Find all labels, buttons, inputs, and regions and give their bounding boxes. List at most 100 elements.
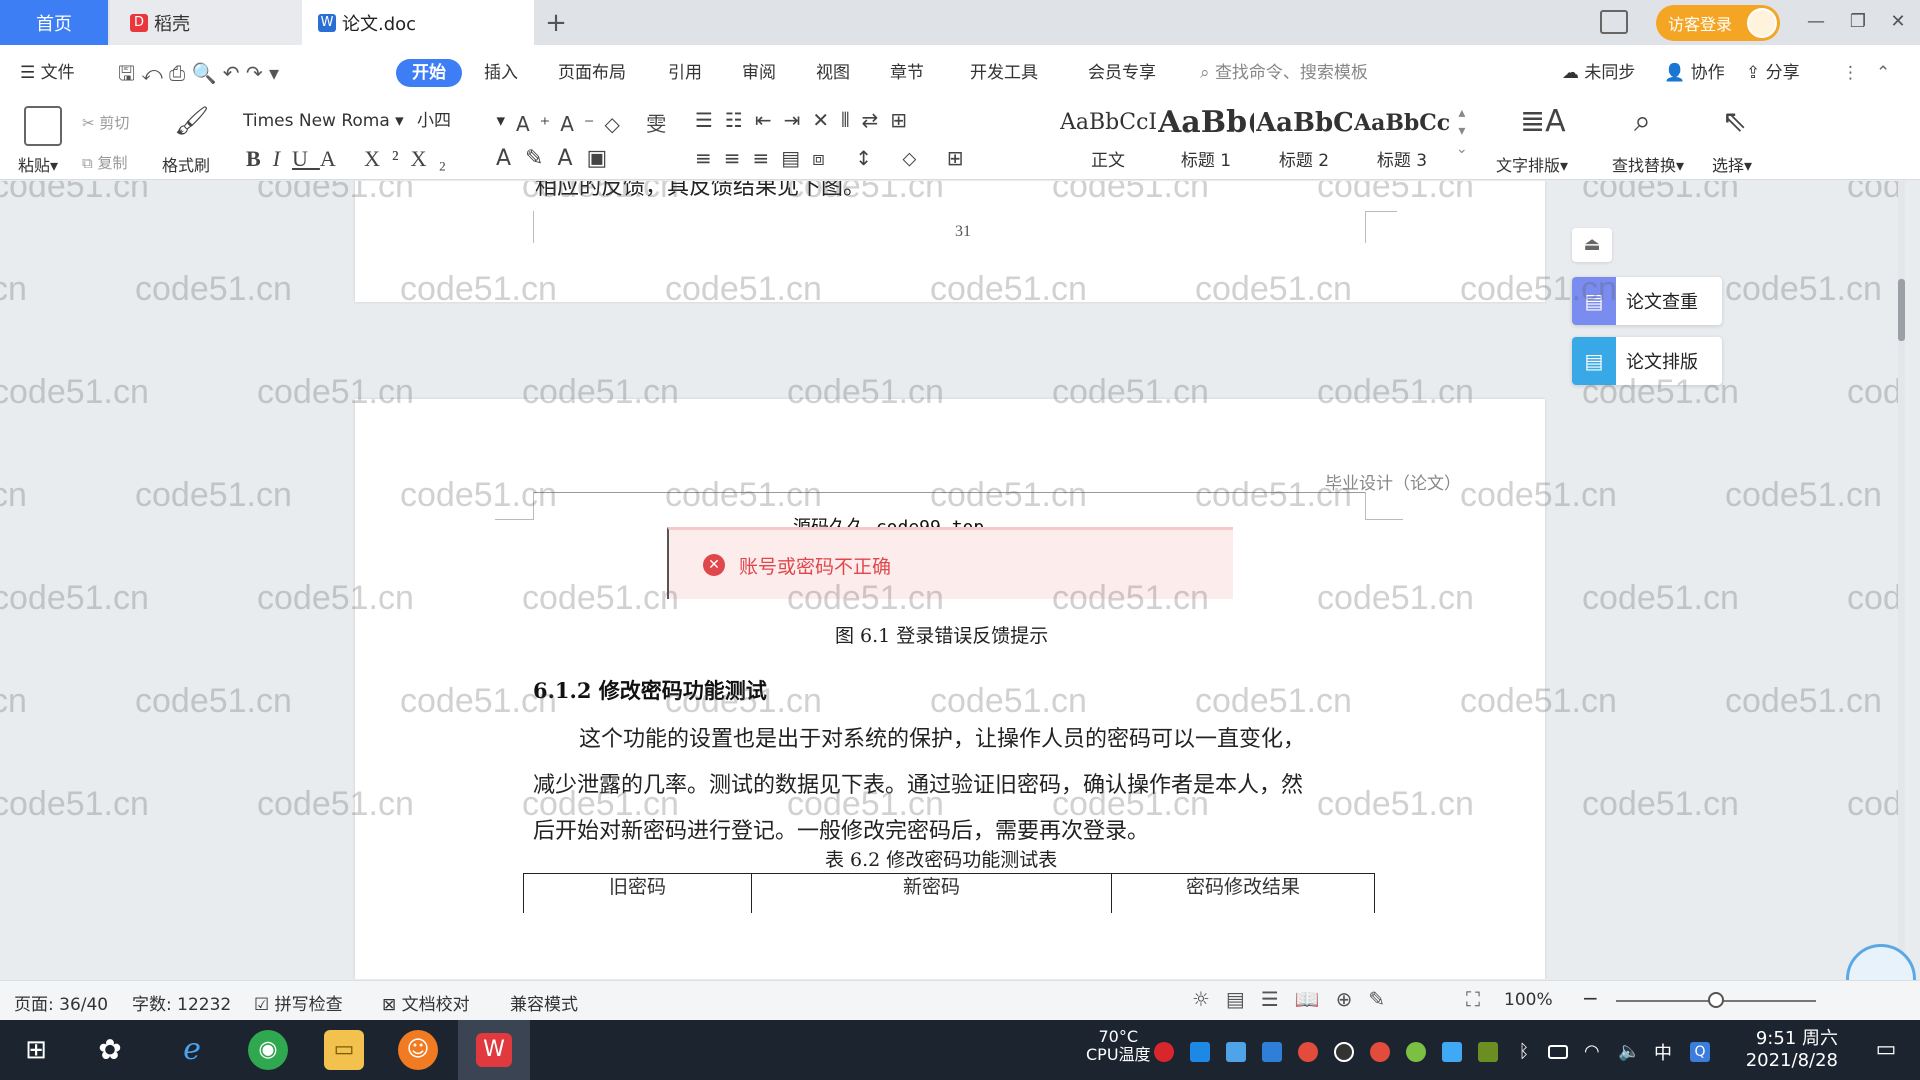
style-heading-3-name: 标题 3 — [1376, 151, 1428, 171]
app-pinwheel-icon[interactable]: ✿ — [90, 1030, 130, 1070]
bluetooth-icon[interactable]: ᛒ — [1514, 1042, 1534, 1062]
style-heading-1[interactable]: AaBb( 标题 1 — [1158, 104, 1254, 176]
paper-format-label: 论文排版 — [1626, 352, 1698, 373]
menu-references[interactable]: 引用 — [668, 59, 702, 87]
menu-member[interactable]: 会员专享 — [1088, 59, 1156, 87]
page-indicator[interactable]: 页面: 36/40 — [14, 990, 108, 1015]
collapse-ribbon-icon[interactable]: ⌃ — [1876, 59, 1890, 87]
color-icons[interactable]: A✎A▣ — [496, 146, 621, 171]
tray-app-icon[interactable] — [1442, 1042, 1462, 1062]
menu-chapter[interactable]: 章节 — [890, 59, 924, 87]
copy-button[interactable]: ⧉ 复制 — [82, 152, 128, 173]
ie-browser-icon[interactable]: ℯ — [172, 1030, 212, 1070]
minimize-button[interactable]: — — [1796, 6, 1836, 38]
search-q-icon[interactable]: Q — [1690, 1042, 1710, 1062]
tray-app-icon[interactable] — [1406, 1042, 1426, 1062]
brush-icon[interactable]: 🖌 — [174, 104, 210, 137]
paste-icon[interactable] — [24, 106, 62, 146]
document-workspace[interactable]: 相应的反馈，具反馈结果见下图。 31 毕业设计（论文） 源码久久-code99.… — [0, 181, 1905, 979]
tab-home[interactable]: 首页 — [0, 0, 108, 45]
zoom-level[interactable]: 100% — [1504, 990, 1553, 1010]
cpu-temp-widget[interactable]: 70°C CPU温度 — [1086, 1028, 1151, 1064]
spell-check-button[interactable]: ☑ 拼写检查 — [254, 990, 343, 1015]
tab-document[interactable]: W 论文.doc — [302, 0, 534, 45]
file-menu[interactable]: ☰ 文件 — [20, 59, 75, 87]
tray-app-icon[interactable] — [1370, 1042, 1390, 1062]
cpu-temp-value: 70°C — [1098, 1027, 1139, 1046]
windows-taskbar: ⊞ ✿ ℯ ◉ ▭ ☺ W 70°C CPU温度 ᛒ ◠ 🔈 中 Q 9:51 … — [0, 1020, 1920, 1080]
close-button[interactable]: ✕ — [1878, 6, 1918, 38]
shield-icon[interactable] — [1262, 1042, 1282, 1062]
cut-label: 剪切 — [99, 114, 130, 132]
quick-access-icons[interactable]: 🖫 ⤺ ⎙ 🔍 ↶ ↷ ▾ — [118, 59, 279, 87]
menu-start[interactable]: 开始 — [396, 59, 462, 87]
style-heading-3[interactable]: AaBbCcl 标题 3 — [1354, 104, 1450, 176]
notification-icon[interactable]: ▭ — [1866, 1030, 1906, 1070]
paper-check-button[interactable]: ▤ 论文查重 — [1572, 277, 1722, 325]
more-icon[interactable]: ⋮ — [1842, 59, 1859, 87]
guest-login-button[interactable]: 访客登录 — [1656, 5, 1780, 41]
qq-icon[interactable] — [1334, 1042, 1354, 1062]
text-format-icons[interactable]: BIUA X²X₂ — [246, 146, 458, 172]
zoom-out-icon[interactable]: − — [1582, 986, 1599, 1010]
menu-developer[interactable]: 开发工具 — [970, 59, 1038, 87]
wps-taskbar-button[interactable]: W — [458, 1020, 530, 1080]
command-search[interactable]: ⌕ 查找命令、搜索模板 — [1200, 59, 1368, 87]
fit-page-icon[interactable]: ⛶ — [1466, 987, 1480, 1011]
figure-caption: 图 6.1 登录错误反馈提示 — [835, 625, 1049, 647]
wifi-icon[interactable]: ◠ — [1584, 1042, 1604, 1062]
menu-review[interactable]: 审阅 — [742, 59, 776, 87]
paragraph-list-icons[interactable]: ☰☷⇤⇥✕⫴⇄⊞ — [695, 108, 919, 132]
tray-app-icon[interactable] — [1226, 1042, 1246, 1062]
find-replace-icon[interactable]: ⌕ — [1634, 104, 1651, 139]
text-layout-button[interactable]: 文字排版▾ — [1496, 152, 1568, 176]
app-mascot-icon[interactable]: ☺ — [398, 1030, 438, 1070]
clock[interactable]: 9:51 周六 2021/8/28 — [1738, 1028, 1838, 1072]
browser-360-icon[interactable]: ◉ — [248, 1030, 288, 1070]
menu-page-layout[interactable]: 页面布局 — [558, 59, 626, 87]
layout-icon[interactable] — [1600, 10, 1628, 34]
watermark-text: code51.cn — [135, 270, 292, 308]
style-gallery-scroll[interactable]: ▴ ▾ ⌄ — [1456, 104, 1468, 158]
cut-button[interactable]: ✂ 剪切 — [82, 112, 129, 133]
restore-button[interactable]: ❐ — [1838, 6, 1878, 38]
menu-view-label: 视图 — [816, 63, 850, 83]
nvidia-icon[interactable] — [1478, 1042, 1498, 1062]
tab-daoke[interactable]: D 稻壳 — [110, 0, 302, 45]
alignment-icons[interactable]: ≡≡≡▤⧈ ↕ ⬦ ⊞ — [695, 146, 975, 170]
volume-icon[interactable]: 🔈 — [1618, 1042, 1640, 1062]
windows-start-icon[interactable]: ⊞ — [16, 1030, 56, 1070]
paste-button[interactable]: 粘贴▾ — [18, 152, 58, 176]
select-button[interactable]: 选择▾ — [1712, 152, 1752, 176]
find-replace-button[interactable]: 查找替换▾ — [1612, 152, 1684, 176]
paper-format-button[interactable]: ▤ 论文排版 — [1572, 337, 1722, 385]
menu-view[interactable]: 视图 — [816, 59, 850, 87]
file-explorer-icon[interactable]: ▭ — [324, 1030, 364, 1070]
font-size-select[interactable]: 小四 ▾ — [410, 106, 510, 136]
style-normal[interactable]: AaBbCcI 正文 — [1060, 104, 1156, 176]
tray-app-icon[interactable] — [1154, 1042, 1174, 1062]
text-layout-icon[interactable]: ≣A — [1520, 104, 1566, 139]
margin-mark — [495, 519, 533, 520]
paragraph-line: 这个功能的设置也是出于对系统的保护，让操作人员的密码可以一直变化， — [579, 727, 1306, 752]
menu-insert[interactable]: 插入 — [484, 59, 518, 87]
proofread-button[interactable]: ⊠ 文档校对 — [382, 990, 470, 1015]
style-heading-2[interactable]: AaBbC 标题 2 — [1256, 104, 1352, 176]
new-tab-button[interactable]: + — [540, 0, 572, 45]
font-name-select[interactable]: Times New Roma ▾ — [236, 106, 408, 136]
tray-app-icon[interactable] — [1298, 1042, 1318, 1062]
view-mode-icons[interactable]: ☼▤☰📖⊕✎ — [1192, 987, 1401, 1011]
collab-button[interactable]: 👤 协作 — [1664, 59, 1725, 87]
select-cursor-icon[interactable]: ⇖ — [1722, 104, 1747, 139]
zoom-slider-handle[interactable] — [1708, 992, 1724, 1008]
ime-indicator[interactable]: 中 — [1654, 1039, 1672, 1065]
share-button[interactable]: ⇪ 分享 — [1746, 59, 1800, 87]
word-count[interactable]: 字数: 12232 — [132, 990, 231, 1015]
tray-app-icon[interactable] — [1190, 1042, 1210, 1062]
format-painter-button[interactable]: 格式刷 — [162, 152, 210, 176]
scrollbar-thumb[interactable] — [1898, 279, 1905, 341]
font-tools-icons[interactable]: A⁺A⁻◇ 雯 — [516, 108, 676, 137]
collapse-panel-icon[interactable]: ⏏ — [1572, 228, 1612, 262]
sync-status[interactable]: ☁ 未同步 — [1562, 59, 1635, 87]
battery-icon[interactable] — [1548, 1045, 1568, 1059]
